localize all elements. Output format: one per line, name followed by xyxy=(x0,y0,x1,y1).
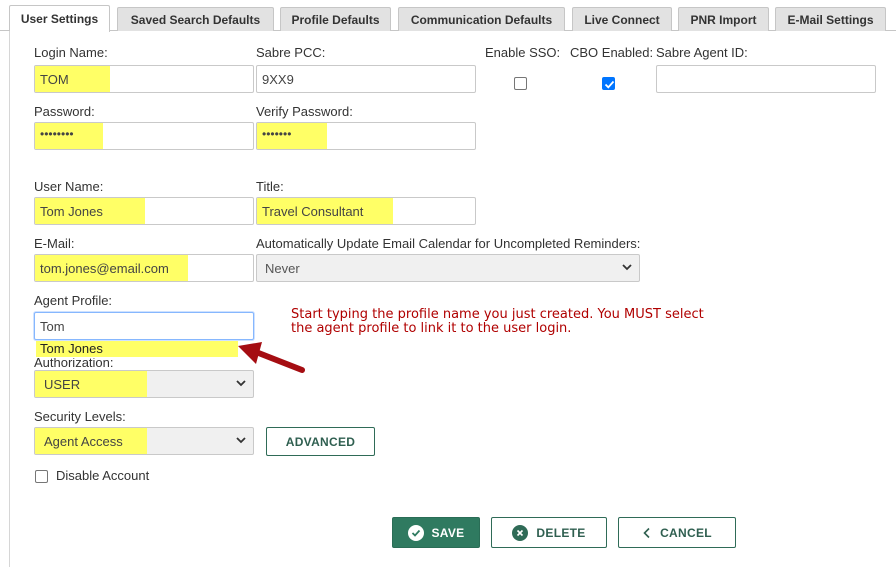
verify-password-value: ••••••• xyxy=(262,127,292,141)
tab-label: PNR Import xyxy=(690,12,757,27)
tab-profile-defaults[interactable]: Profile Defaults xyxy=(280,7,391,31)
save-button-label: SAVE xyxy=(431,525,465,540)
tab-saved-search-defaults[interactable]: Saved Search Defaults xyxy=(117,7,274,31)
tab-label: E-Mail Settings xyxy=(787,12,874,27)
verify-password-label: Verify Password: xyxy=(256,104,353,119)
tab-label: Live Connect xyxy=(584,12,660,27)
cbo-enabled-checkbox[interactable] xyxy=(602,77,615,90)
annotation-line: the agent profile to link it to the user… xyxy=(291,321,572,336)
sabre-pcc-input[interactable]: 9XX9 xyxy=(256,65,476,93)
tab-label: User Settings xyxy=(20,12,99,26)
enable-sso-checkbox[interactable] xyxy=(514,77,527,90)
chevron-down-icon xyxy=(236,380,246,387)
cancel-button[interactable]: CANCEL xyxy=(618,517,736,548)
tab-email-settings[interactable]: E-Mail Settings xyxy=(775,7,886,31)
cbo-enabled-label: CBO Enabled: xyxy=(570,45,654,60)
sabre-pcc-label: Sabre PCC: xyxy=(256,45,326,60)
user-name-label: User Name: xyxy=(34,179,104,194)
authorization-value: USER xyxy=(44,377,81,392)
tab-user-settings[interactable]: User Settings xyxy=(9,5,110,32)
user-name-value: Tom Jones xyxy=(40,204,103,219)
checkmark-icon xyxy=(604,80,615,89)
authorization-select[interactable]: USER xyxy=(34,370,254,398)
user-name-input[interactable]: Tom Jones xyxy=(34,197,254,225)
delete-button-label: DELETE xyxy=(536,525,586,540)
password-value: •••••••• xyxy=(40,127,74,141)
delete-button[interactable]: DELETE xyxy=(491,517,607,548)
annotation-note: Start typing the profile name you just c… xyxy=(291,308,704,336)
check-circle-icon xyxy=(407,524,424,541)
tab-communication-defaults[interactable]: Communication Defaults xyxy=(398,7,565,31)
tab-label: Communication Defaults xyxy=(410,12,553,27)
email-label: E-Mail: xyxy=(34,236,75,251)
title-input[interactable]: Travel Consultant xyxy=(256,197,476,225)
enable-sso-label: Enable SSO: xyxy=(485,45,561,60)
email-input[interactable]: tom.jones@email.com xyxy=(34,254,254,282)
sabre-agent-id-label: Sabre Agent ID: xyxy=(656,45,748,60)
auto-update-label: Automatically Update Email Calendar for … xyxy=(256,236,641,251)
sabre-agent-id-input[interactable] xyxy=(656,65,876,93)
password-label: Password: xyxy=(34,104,95,119)
annotation-line: Start typing the profile name you just c… xyxy=(291,307,704,322)
password-input[interactable]: •••••••• xyxy=(34,122,254,150)
advanced-button-label: ADVANCED xyxy=(285,434,356,449)
login-name-input[interactable]: TOM xyxy=(34,65,254,93)
agent-profile-value: Tom xyxy=(40,319,65,334)
tab-pnr-import[interactable]: PNR Import xyxy=(678,7,769,31)
sabre-pcc-value: 9XX9 xyxy=(262,72,294,87)
advanced-button[interactable]: ADVANCED xyxy=(266,427,375,456)
tab-label: Saved Search Defaults xyxy=(130,12,261,27)
security-levels-label: Security Levels: xyxy=(34,409,126,424)
chevron-down-icon xyxy=(622,264,632,271)
chevron-left-icon xyxy=(643,527,650,538)
security-levels-value: Agent Access xyxy=(44,434,123,449)
agent-profile-label: Agent Profile: xyxy=(34,293,113,308)
cancel-button-label: CANCEL xyxy=(660,525,712,540)
title-value: Travel Consultant xyxy=(262,204,364,219)
login-name-value: TOM xyxy=(40,72,69,87)
security-levels-select[interactable]: Agent Access xyxy=(34,427,254,455)
agent-profile-input[interactable]: Tom xyxy=(34,312,254,340)
tab-label: Profile Defaults xyxy=(291,12,380,27)
email-value: tom.jones@email.com xyxy=(40,261,169,276)
auto-update-value: Never xyxy=(265,261,300,276)
user-settings-panel xyxy=(9,31,896,567)
save-button[interactable]: SAVE xyxy=(392,517,480,548)
login-name-label: Login Name: xyxy=(34,45,108,60)
verify-password-input[interactable]: ••••••• xyxy=(256,122,476,150)
title-label: Title: xyxy=(256,179,284,194)
agent-profile-suggestion[interactable]: Tom Jones xyxy=(36,341,238,357)
chevron-down-icon xyxy=(236,437,246,444)
close-circle-icon xyxy=(512,524,529,541)
tab-live-connect[interactable]: Live Connect xyxy=(572,7,672,31)
disable-account-label: Disable Account xyxy=(56,468,150,483)
tab-bar: User Settings Saved Search Defaults Prof… xyxy=(0,0,896,32)
auto-update-select[interactable]: Never xyxy=(256,254,640,282)
disable-account-checkbox[interactable] xyxy=(35,470,48,483)
